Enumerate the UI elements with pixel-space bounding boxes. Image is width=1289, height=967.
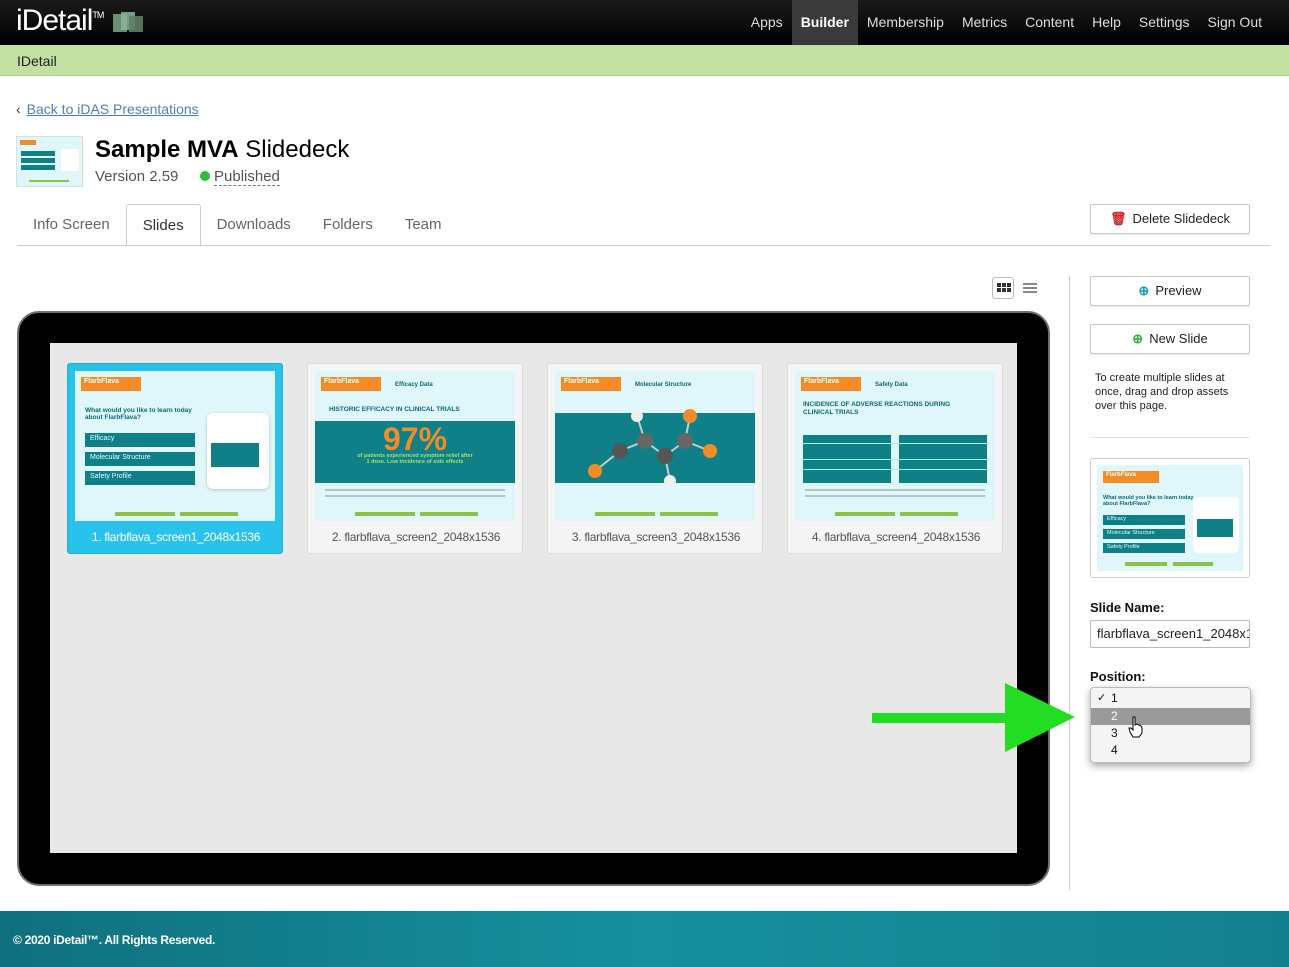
nav-membership[interactable]: Membership <box>858 0 953 45</box>
slide-card[interactable]: FlarbFlava Safety Data INCIDENCE OF ADVE… <box>787 363 1003 554</box>
nav-sign-out[interactable]: Sign Out <box>1199 0 1271 45</box>
slide-label: 1. flarbflava_screen1_2048x1536 <box>91 530 261 544</box>
sub-header-title: IDetail <box>17 53 57 69</box>
nav-help[interactable]: Help <box>1083 0 1130 45</box>
sidebar-separator <box>1090 437 1250 438</box>
trash-icon: 🗑 <box>1109 211 1127 226</box>
annotation-arrow-icon <box>872 683 1075 752</box>
slide-card[interactable]: FlarbFlava Efficacy Data HISTORIC EFFICA… <box>307 363 523 554</box>
tab-info-screen[interactable]: Info Screen <box>17 204 126 246</box>
position-option-2[interactable]: 2 <box>1091 708 1250 725</box>
position-option-4[interactable]: 4 <box>1091 742 1250 759</box>
position-option-1[interactable]: ✓ 1 <box>1091 690 1250 707</box>
nav-builder[interactable]: Builder <box>791 0 858 45</box>
slide-label: 3. flarbflava_screen3_2048x1536 <box>571 530 741 544</box>
slide-thumbnail: FlarbFlava What would you like to learn … <box>75 371 275 521</box>
list-view-icon[interactable] <box>1021 277 1043 299</box>
nav-content[interactable]: Content <box>1016 0 1083 45</box>
slide-label: 2. flarbflava_screen2_2048x1536 <box>331 530 501 544</box>
top-navbar: iDetailTM Apps Builder Membership Metric… <box>0 0 1289 45</box>
slide-label: 4. flarbflava_screen4_2048x1536 <box>811 530 981 544</box>
page-title: Sample MVA Slidedeck <box>95 136 350 163</box>
back-link[interactable]: Back to iDAS Presentations <box>27 101 199 117</box>
molecule-icon <box>588 409 717 487</box>
drag-drop-hint: To create multiple slides at once, drag … <box>1095 372 1229 412</box>
slide-card[interactable]: FlarbFlava What would you like to learn … <box>67 363 283 554</box>
chevron-left-icon: ‹ <box>16 101 21 117</box>
tab-downloads[interactable]: Downloads <box>201 204 307 246</box>
slide-name-input[interactable]: flarbflava_screen1_2048x1536 <box>1090 620 1250 648</box>
tab-bar: Info Screen Slides Downloads Folders Tea… <box>17 204 458 246</box>
logo[interactable]: iDetailTM <box>16 4 104 38</box>
position-label: Position: <box>1090 669 1146 684</box>
slide-thumbnail: FlarbFlava Efficacy Data HISTORIC EFFICA… <box>315 371 515 521</box>
status-badge[interactable]: Published <box>200 168 280 186</box>
grid-view-icon[interactable] <box>992 277 1014 299</box>
footer: © 2020 iDetail™. All Rights Reserved. <box>0 911 1289 967</box>
main-nav: Apps Builder Membership Metrics Content … <box>742 0 1271 45</box>
version-label: Version 2.59 <box>95 168 179 185</box>
breadcrumb: ‹ Back to iDAS Presentations <box>16 101 199 117</box>
nav-settings[interactable]: Settings <box>1130 0 1199 45</box>
selected-slide-preview: FlarbFlava What would you like to learn … <box>1090 458 1250 578</box>
position-option-3[interactable]: 3 <box>1091 725 1250 742</box>
slide-thumbnail: FlarbFlava Safety Data INCIDENCE OF ADVE… <box>795 371 995 521</box>
slide-thumbnail: FlarbFlava Molecular Structure <box>555 371 755 521</box>
nav-metrics[interactable]: Metrics <box>953 0 1016 45</box>
nav-apps[interactable]: Apps <box>742 0 792 45</box>
slide-name-label: Slide Name: <box>1090 600 1165 615</box>
plus-circle-icon: ⊕ <box>1132 331 1144 346</box>
slide-card[interactable]: FlarbFlava Molecular Structure 3. flarbf… <box>547 363 763 554</box>
status-dot-icon <box>200 171 210 181</box>
sidebar-divider <box>1069 276 1070 890</box>
tab-divider <box>17 245 1270 246</box>
delete-slidedeck-button[interactable]: 🗑 Delete Slidedeck <box>1090 204 1250 234</box>
hand-cursor-icon <box>1128 716 1143 738</box>
copyright-text: © 2020 iDetail™. All Rights Reserved. <box>13 933 216 947</box>
checkmark-icon: ✓ <box>1097 692 1107 704</box>
new-slide-button[interactable]: ⊕ New Slide <box>1090 324 1250 354</box>
zoom-icon: ⊕ <box>1138 283 1150 298</box>
preview-button[interactable]: ⊕ Preview <box>1090 276 1250 306</box>
tab-team[interactable]: Team <box>389 204 458 246</box>
logo-mark-icon <box>113 12 145 34</box>
position-dropdown[interactable]: ✓ 1 2 3 4 <box>1090 687 1251 763</box>
sub-header: IDetail <box>0 45 1289 76</box>
deck-thumbnail <box>16 136 83 187</box>
tab-folders[interactable]: Folders <box>307 204 389 246</box>
tab-slides[interactable]: Slides <box>125 204 201 246</box>
